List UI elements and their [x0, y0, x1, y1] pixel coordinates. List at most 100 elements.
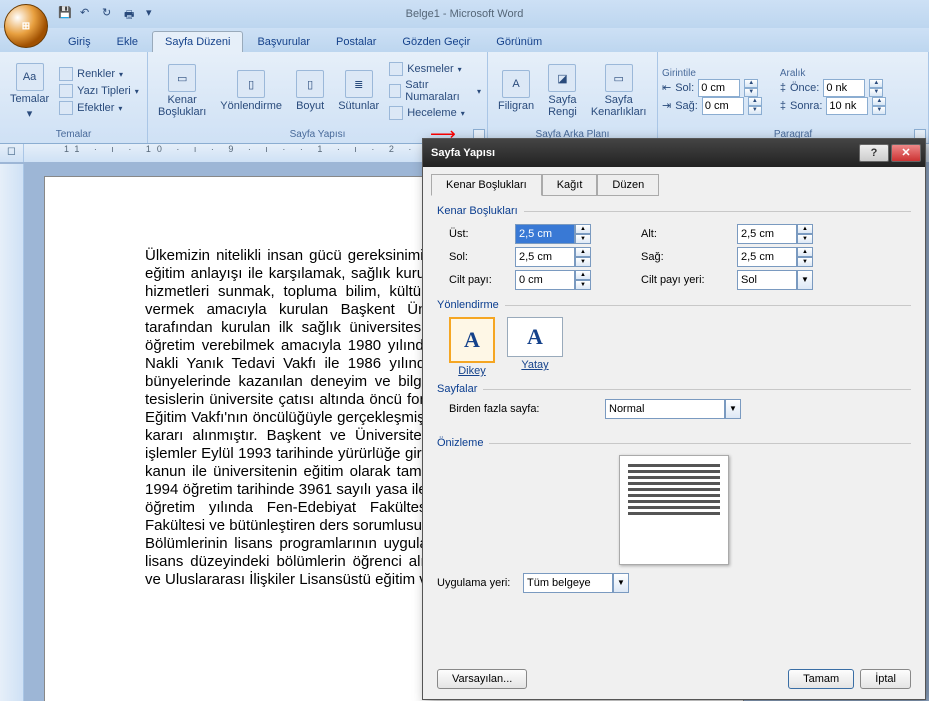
indent-right-icon: ⇥ — [662, 99, 671, 112]
space-before-icon: ‡ — [780, 82, 786, 94]
app-title: Belge1 - Microsoft Word — [406, 8, 524, 20]
input-right[interactable] — [737, 247, 797, 267]
effects-button[interactable]: Efektler▾ — [57, 100, 141, 116]
select-apply[interactable] — [523, 573, 613, 593]
space-after-icon: ‡ — [780, 100, 786, 112]
tab-home[interactable]: Giriş — [56, 32, 103, 52]
lbl-apply: Uygulama yeri: — [437, 577, 517, 589]
indent-left-spin[interactable]: ▲▼ — [744, 79, 758, 97]
lbl-right: Sağ: — [641, 251, 731, 263]
lbl-gutter: Cilt payı: — [449, 274, 509, 286]
size-label: Boyut — [296, 100, 324, 112]
apply-drop-icon[interactable]: ▼ — [613, 573, 629, 593]
office-button[interactable]: ⊞ — [4, 4, 48, 48]
pagecolor-label: Sayfa Rengi — [548, 94, 577, 118]
lbl-multi: Birden fazla sayfa: — [449, 403, 559, 415]
close-button[interactable]: ✕ — [891, 144, 921, 162]
indent-right-label: Sağ: — [675, 100, 698, 112]
print-icon[interactable]: 🖶 — [124, 6, 140, 22]
select-multi[interactable] — [605, 399, 725, 419]
tab-insert[interactable]: Ekle — [105, 32, 150, 52]
space-before-spin[interactable]: ▲▼ — [869, 79, 883, 97]
size-button[interactable]: ▯Boyut — [290, 68, 330, 114]
undo-icon[interactable]: ↶ — [80, 6, 96, 22]
tab-refs[interactable]: Başvurular — [245, 32, 322, 52]
dlg-tab-layout[interactable]: Düzen — [597, 174, 659, 196]
ok-button[interactable]: Tamam — [788, 669, 854, 689]
dlg-tab-margins[interactable]: Kenar Boşlukları — [431, 174, 542, 196]
space-after-spin[interactable]: ▲▼ — [872, 97, 886, 115]
columns-button[interactable]: ≣Sütunlar — [332, 68, 385, 114]
sec-preview: Önizleme — [437, 437, 483, 449]
input-top[interactable] — [515, 224, 575, 244]
fonts-label: Yazı Tipleri — [77, 85, 131, 97]
group-themes: Temalar — [4, 128, 143, 141]
indent-left-icon: ⇤ — [662, 81, 671, 94]
spin-bottom[interactable]: ▲▼ — [797, 224, 813, 244]
select-gutterpos[interactable] — [737, 270, 797, 290]
lbl-left: Sol: — [449, 251, 509, 263]
cols-label: Sütunlar — [338, 100, 379, 112]
orient-label: Yönlendirme — [220, 100, 282, 112]
vertical-ruler[interactable] — [0, 164, 24, 701]
margins-button[interactable]: ▭Kenar Boşlukları — [152, 62, 212, 120]
linenums-label: Satır Numaraları — [405, 79, 473, 103]
watermark-label: Filigran — [498, 100, 534, 112]
input-left[interactable] — [515, 247, 575, 267]
breaks-label: Kesmeler — [407, 63, 453, 75]
tab-review[interactable]: Gözden Geçir — [390, 32, 482, 52]
watermark-button[interactable]: AFiligran — [492, 68, 540, 114]
indent-heading: Girintile — [662, 68, 762, 79]
lbl-top: Üst: — [449, 228, 509, 240]
preview-pane — [619, 455, 729, 565]
orient-portrait-label: Dikey — [449, 365, 495, 377]
lbl-gutterpos: Cilt payı yeri: — [641, 274, 731, 286]
orient-portrait[interactable]: ADikey — [449, 317, 495, 377]
indent-right-input[interactable] — [702, 97, 744, 115]
page-setup-dialog: Sayfa Yapısı ? ✕ Kenar Boşlukları Kağıt … — [422, 138, 926, 700]
space-before-input[interactable] — [823, 79, 865, 97]
cancel-button[interactable]: İptal — [860, 669, 911, 689]
tab-layout[interactable]: Sayfa Düzeni — [152, 31, 243, 52]
spacing-heading: Aralık — [780, 68, 887, 79]
borders-label: Sayfa Kenarlıkları — [591, 94, 647, 118]
dlg-tab-paper[interactable]: Kağıt — [542, 174, 598, 196]
multi-drop-icon[interactable]: ▼ — [725, 399, 741, 419]
qat-icon[interactable]: ▾ — [146, 6, 162, 22]
colors-button[interactable]: Renkler▾ — [57, 66, 141, 82]
colors-label: Renkler — [77, 68, 115, 80]
hyphen-button[interactable]: Heceleme▾ — [387, 105, 483, 121]
themes-button[interactable]: AaTemalar▾ — [4, 61, 55, 122]
ruler-toggle-icon[interactable]: ◻ — [0, 144, 24, 162]
orient-landscape[interactable]: AYatay — [507, 317, 563, 377]
spin-gutter[interactable]: ▲▼ — [575, 270, 591, 290]
space-before-label: Önce: — [790, 82, 819, 94]
tab-mail[interactable]: Postalar — [324, 32, 388, 52]
orient-button[interactable]: ▯Yönlendirme — [214, 68, 288, 114]
space-after-input[interactable] — [826, 97, 868, 115]
sec-margins: Kenar Boşlukları — [437, 205, 518, 217]
effects-label: Efektler — [77, 102, 114, 114]
linenums-button[interactable]: Satır Numaraları▾ — [387, 78, 483, 104]
save-icon[interactable]: 💾 — [58, 6, 74, 22]
input-gutter[interactable] — [515, 270, 575, 290]
gutterpos-drop-icon[interactable]: ▼ — [797, 270, 813, 290]
indent-right-spin[interactable]: ▲▼ — [748, 97, 762, 115]
space-after-label: Sonra: — [790, 100, 822, 112]
sec-orient: Yönlendirme — [437, 299, 499, 311]
spin-top[interactable]: ▲▼ — [575, 224, 591, 244]
tab-view[interactable]: Görünüm — [484, 32, 554, 52]
borders-button[interactable]: ▭Sayfa Kenarlıkları — [585, 62, 653, 120]
spin-left[interactable]: ▲▼ — [575, 247, 591, 267]
input-bottom[interactable] — [737, 224, 797, 244]
redo-icon[interactable]: ↻ — [102, 6, 118, 22]
spin-right[interactable]: ▲▼ — [797, 247, 813, 267]
default-button[interactable]: Varsayılan... — [437, 669, 527, 689]
indent-left-label: Sol: — [675, 82, 694, 94]
breaks-button[interactable]: Kesmeler▾ — [387, 61, 483, 77]
help-button[interactable]: ? — [859, 144, 889, 162]
fonts-button[interactable]: Yazı Tipleri▾ — [57, 83, 141, 99]
pagecolor-button[interactable]: ◪Sayfa Rengi — [542, 62, 583, 120]
dialog-title: Sayfa Yapısı — [431, 147, 495, 159]
indent-left-input[interactable] — [698, 79, 740, 97]
